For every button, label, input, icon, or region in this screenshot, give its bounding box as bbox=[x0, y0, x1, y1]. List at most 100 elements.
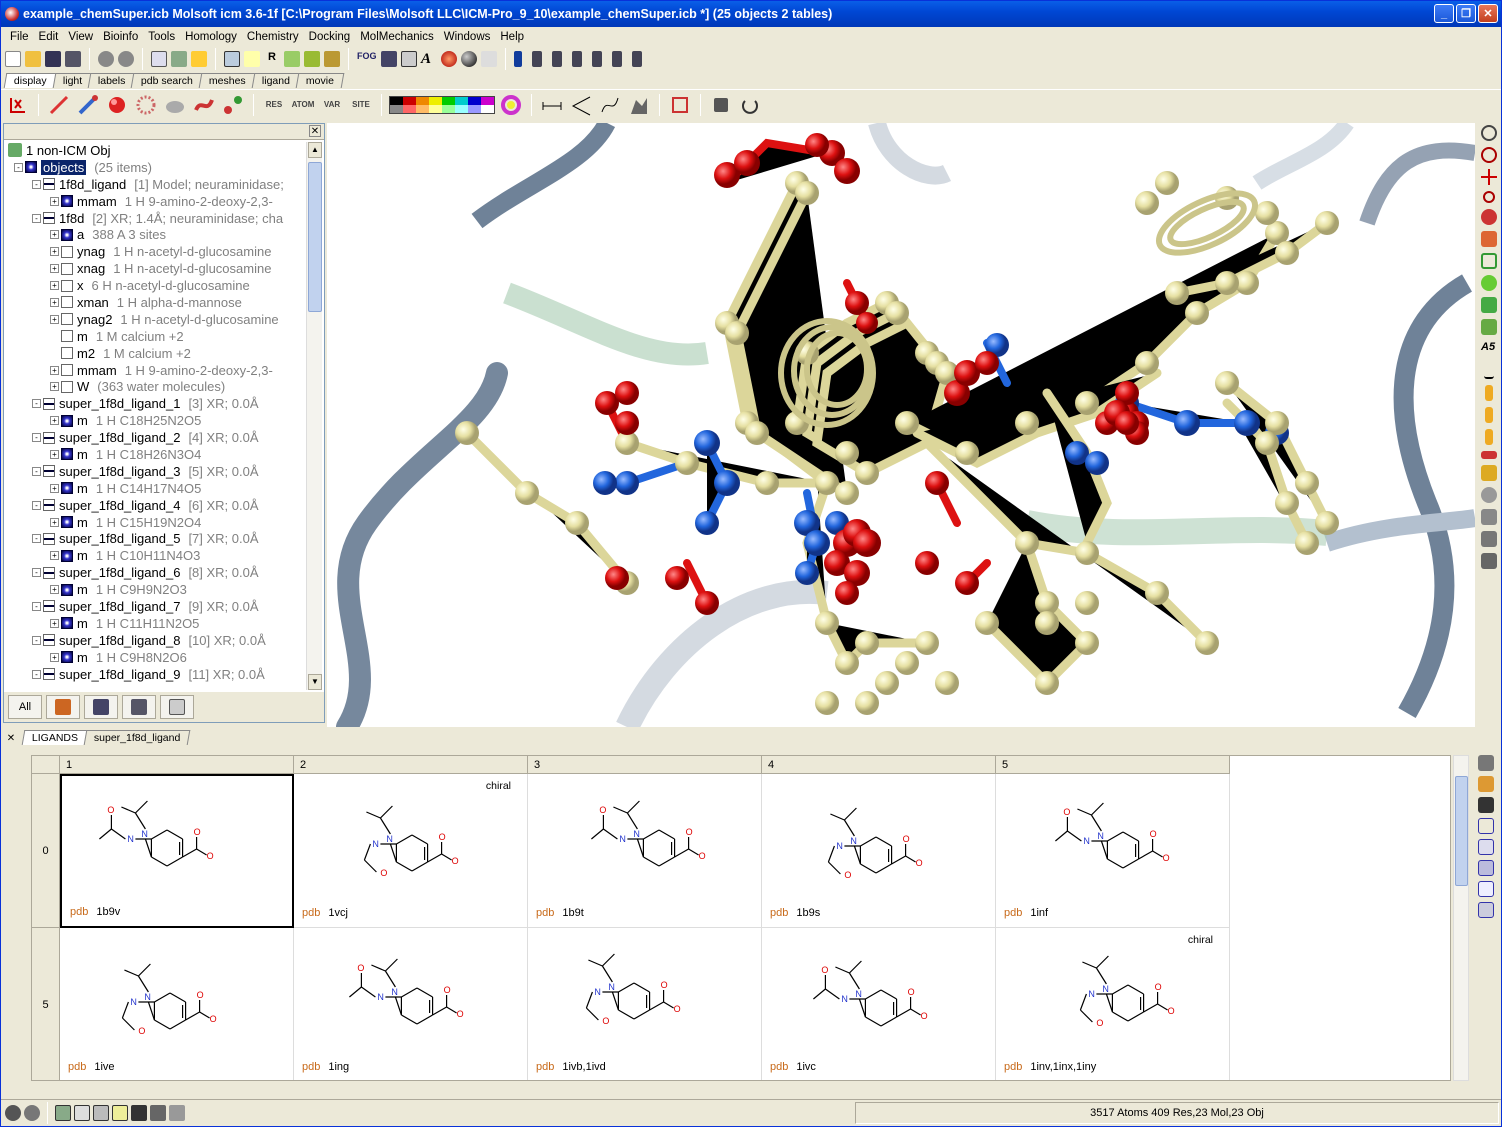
binoculars-icon[interactable] bbox=[1478, 797, 1494, 813]
tree-row[interactable]: + mmam 1 H 9-amino-2-deoxy-2,3- bbox=[4, 193, 306, 210]
expand-toggle[interactable]: + bbox=[50, 585, 59, 595]
tree-header[interactable]: 1 non-ICM Obj bbox=[4, 142, 306, 159]
scale-icon-2[interactable] bbox=[1485, 407, 1493, 423]
display-checkbox[interactable] bbox=[61, 195, 73, 208]
display-checkbox[interactable] bbox=[61, 617, 73, 630]
drag-atom-icon[interactable] bbox=[1481, 487, 1497, 503]
drag-residue-icon[interactable] bbox=[1481, 509, 1497, 525]
tree-row[interactable]: - super_1f8d_ligand_5 [7] XR; 0.0Å bbox=[4, 530, 306, 547]
filter-search-button[interactable] bbox=[84, 695, 118, 719]
filter-tables-button[interactable] bbox=[160, 695, 194, 719]
structure-cell[interactable]: O O N N Opdb 1ing bbox=[294, 928, 528, 1080]
tree-row[interactable]: - super_1f8d_ligand_6 [8] XR; 0.0Å bbox=[4, 564, 306, 581]
table-toggle-icon[interactable] bbox=[74, 1105, 90, 1121]
structure-cell[interactable]: O O N N Opdb 1ivc bbox=[762, 928, 996, 1080]
hand-icon[interactable] bbox=[1481, 553, 1497, 569]
molecule-icon[interactable] bbox=[244, 51, 260, 67]
display-checkbox[interactable] bbox=[61, 364, 73, 377]
tree-row[interactable]: m2 1 M calcium +2 bbox=[4, 345, 306, 362]
display-checkbox[interactable] bbox=[61, 228, 73, 241]
save-icon[interactable] bbox=[45, 51, 61, 67]
display-checkbox[interactable] bbox=[43, 212, 55, 224]
sort-icon[interactable] bbox=[1478, 818, 1494, 834]
tree-row[interactable]: + a 388 A 3 sites bbox=[4, 226, 306, 243]
collapse-toggle[interactable]: - bbox=[32, 466, 41, 476]
tree-row[interactable]: - super_1f8d_ligand_1 [3] XR; 0.0Å bbox=[4, 395, 306, 412]
scale-icon-3[interactable] bbox=[1485, 429, 1493, 445]
display-checkbox[interactable] bbox=[61, 279, 73, 292]
collapse-toggle[interactable]: - bbox=[32, 635, 41, 645]
tab-light[interactable]: light bbox=[52, 73, 93, 88]
filter-chemistry-button[interactable] bbox=[122, 695, 156, 719]
new-file-icon[interactable] bbox=[5, 51, 21, 67]
structure-cell[interactable]: O O N N Opdb 1b9t bbox=[528, 774, 762, 928]
display-checkbox[interactable] bbox=[61, 262, 73, 275]
tree-row[interactable]: + m 1 H C10H11N4O3 bbox=[4, 547, 306, 564]
wire-display-icon[interactable] bbox=[46, 92, 72, 118]
align-icon-4[interactable] bbox=[592, 51, 602, 67]
angle-icon[interactable] bbox=[568, 92, 594, 118]
display-checkbox[interactable] bbox=[43, 668, 55, 681]
site-label-icon[interactable]: SITE bbox=[348, 92, 374, 118]
rotate-icon[interactable] bbox=[1481, 147, 1497, 163]
text-icon[interactable]: A bbox=[421, 51, 437, 67]
align-top-icon[interactable] bbox=[514, 51, 522, 67]
tree-row[interactable]: - super_1f8d_ligand_8 [10] XR; 0.0Å bbox=[4, 632, 306, 649]
tab-labels[interactable]: labels bbox=[87, 73, 136, 88]
menu-tools[interactable]: Tools bbox=[143, 31, 180, 43]
menu-docking[interactable]: Docking bbox=[304, 31, 356, 43]
grid-view-icon[interactable] bbox=[1478, 881, 1494, 897]
expand-toggle[interactable]: + bbox=[50, 483, 59, 493]
clip-icon[interactable] bbox=[667, 92, 693, 118]
table-tab-super_1f8d_ligand[interactable]: super_1f8d_ligand bbox=[83, 730, 191, 745]
collapse-toggle[interactable]: - bbox=[32, 213, 41, 223]
column-header[interactable]: 2 bbox=[294, 756, 528, 774]
distance-icon[interactable] bbox=[539, 92, 565, 118]
target-icon[interactable] bbox=[1481, 125, 1497, 141]
column-header[interactable]: 3 bbox=[528, 756, 762, 774]
color-palette[interactable] bbox=[389, 95, 495, 114]
display-checkbox[interactable] bbox=[61, 380, 73, 393]
record-icon[interactable] bbox=[5, 1105, 21, 1121]
tree-row[interactable]: - 1f8d [2] XR; 1.4Å; neuraminidase; cha bbox=[4, 210, 306, 227]
table-close-button[interactable]: ✕ bbox=[5, 733, 17, 745]
tree-row[interactable]: - super_1f8d_ligand_3 [5] XR; 0.0Å bbox=[4, 463, 306, 480]
tree-row[interactable]: m 1 M calcium +2 bbox=[4, 328, 306, 345]
menu-file[interactable]: File bbox=[5, 31, 34, 43]
display-checkbox[interactable] bbox=[43, 431, 55, 444]
column-header[interactable]: 1 bbox=[60, 756, 294, 774]
display-checkbox[interactable] bbox=[43, 600, 55, 613]
translate-icon[interactable] bbox=[1481, 169, 1497, 185]
camera-icon[interactable] bbox=[131, 1105, 147, 1121]
display-checkbox[interactable] bbox=[61, 313, 73, 326]
menu-windows[interactable]: Windows bbox=[439, 31, 496, 43]
torsion-drag-icon[interactable] bbox=[1481, 531, 1497, 547]
dots-display-icon[interactable] bbox=[133, 92, 159, 118]
wire-icon[interactable] bbox=[481, 51, 497, 67]
shiny-sphere-icon[interactable] bbox=[461, 51, 477, 67]
tree-row[interactable]: - super_1f8d_ligand_4 [6] XR; 0.0Å bbox=[4, 497, 306, 514]
expand-toggle[interactable]: + bbox=[50, 365, 59, 375]
display-checkbox[interactable] bbox=[61, 482, 73, 495]
display-checkbox[interactable] bbox=[43, 465, 55, 478]
expand-toggle[interactable]: + bbox=[50, 264, 59, 274]
collapse-toggle[interactable]: - bbox=[14, 162, 23, 172]
atom-label-icon[interactable]: ATOM bbox=[290, 92, 316, 118]
workspace-toggle-icon[interactable] bbox=[55, 1105, 71, 1121]
display-checkbox[interactable] bbox=[61, 651, 73, 664]
tree-row[interactable]: + m 1 H C9H9N2O3 bbox=[4, 581, 306, 598]
collapse-toggle[interactable]: - bbox=[32, 433, 41, 443]
tree-row[interactable]: + m 1 H C18H25N2O5 bbox=[4, 412, 306, 429]
menu-view[interactable]: View bbox=[63, 31, 98, 43]
expand-toggle[interactable]: + bbox=[50, 247, 59, 257]
ribbon-display-icon[interactable] bbox=[191, 92, 217, 118]
display-checkbox[interactable] bbox=[61, 448, 73, 461]
tab-meshes[interactable]: meshes bbox=[199, 73, 257, 88]
expand-toggle[interactable]: + bbox=[50, 382, 59, 392]
tree-row[interactable]: - objects (25 items) bbox=[4, 159, 306, 176]
expand-toggle[interactable]: + bbox=[50, 517, 59, 527]
fog-icon[interactable]: FOG bbox=[357, 51, 377, 67]
display-checkbox[interactable] bbox=[61, 549, 73, 562]
variable-label-icon[interactable]: VAR bbox=[319, 92, 345, 118]
save-as-icon[interactable] bbox=[65, 51, 81, 67]
